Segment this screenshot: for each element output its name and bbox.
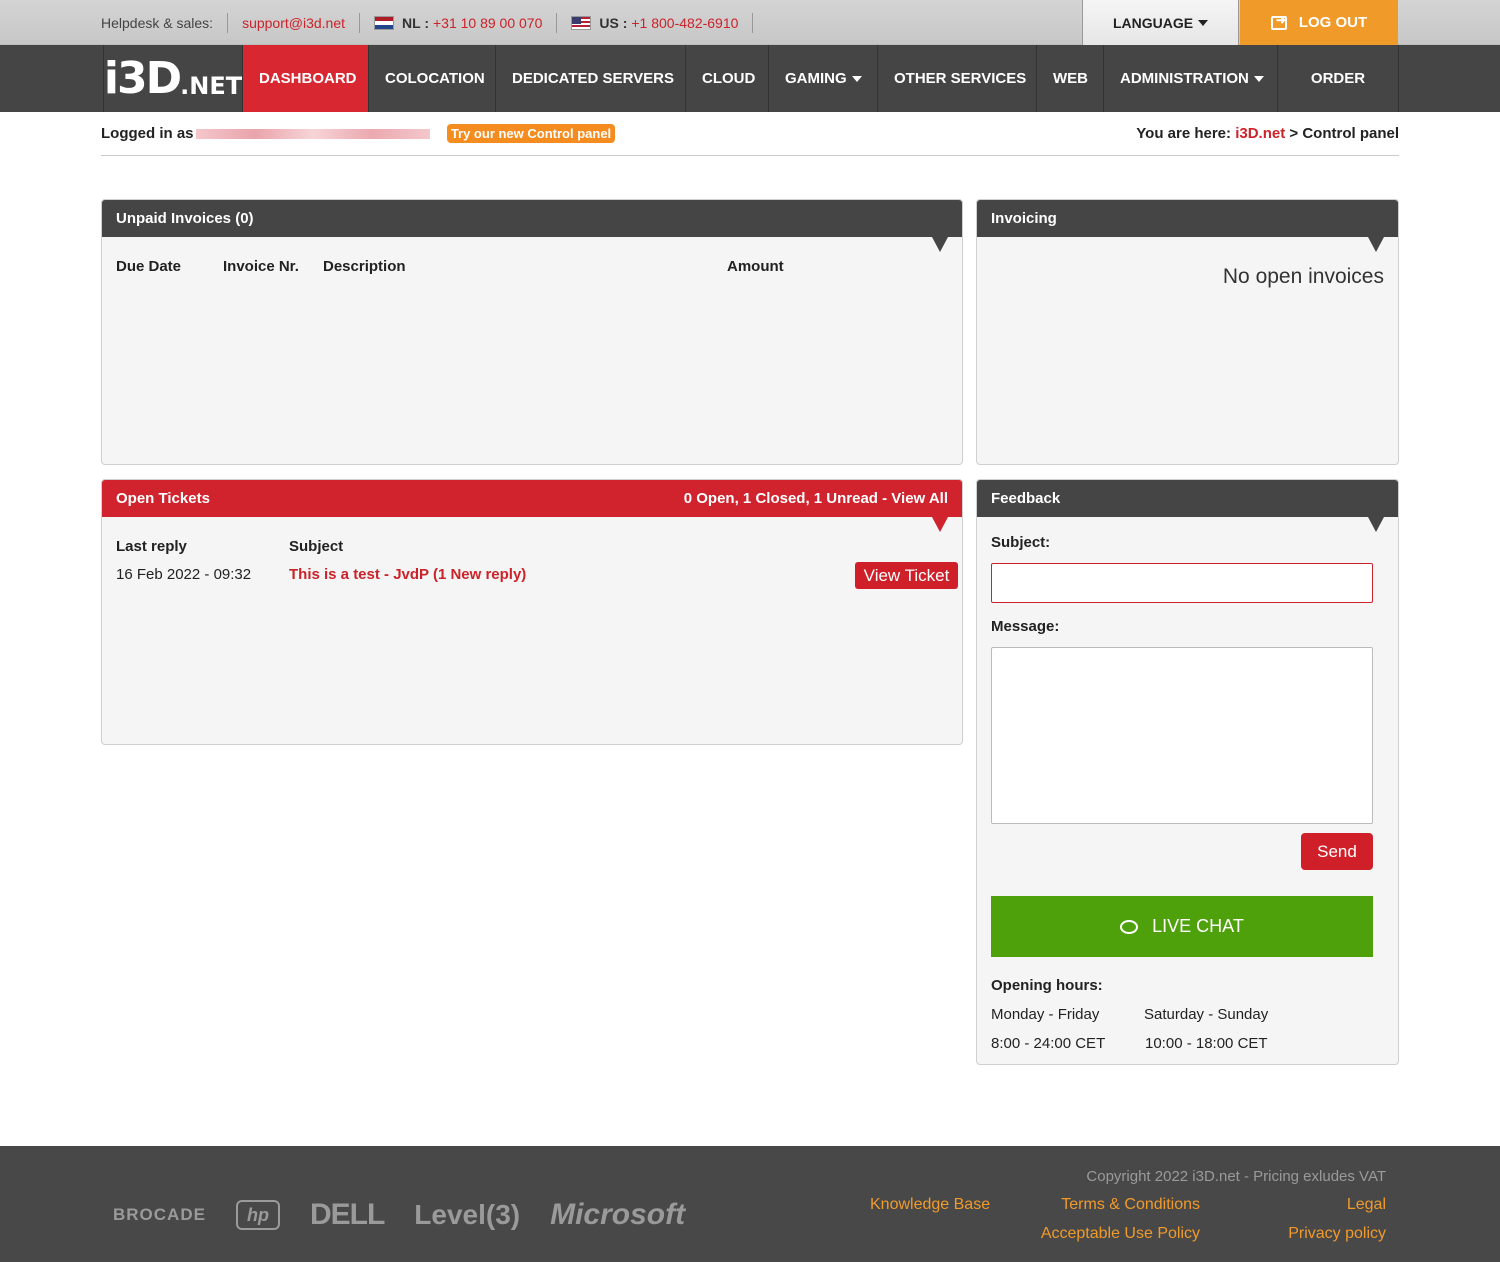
nav-order[interactable]: ORDER <box>1278 45 1399 112</box>
language-label: LANGUAGE <box>1112 14 1194 31</box>
tickets-summary-view-all-link[interactable]: 0 Open, 1 Closed, 1 Unread - View All <box>684 490 948 507</box>
col-amount: Amount <box>727 258 784 275</box>
microsoft-logo: Microsoft <box>550 1198 686 1231</box>
breadcrumb: You are here: i3D.net > Control panel <box>1136 125 1399 142</box>
nav-cloud[interactable]: CLOUD <box>686 45 769 112</box>
i3d-logo[interactable]: i3D .NET <box>103 45 243 112</box>
status-bar: Logged in as Try our new Control panel Y… <box>101 123 1399 156</box>
main-nav: i3D .NET DASHBOARD COLOCATION DEDICATED S… <box>0 45 1500 112</box>
nav-dashboard[interactable]: DASHBOARD <box>243 45 369 112</box>
panel-title: Invoicing <box>991 210 1057 227</box>
nav-gaming[interactable]: GAMING <box>769 45 878 112</box>
divider <box>752 12 754 33</box>
contact-info: Helpdesk & sales: support@i3d.net NL : +… <box>101 0 767 45</box>
panel-title: Feedback <box>991 490 1061 507</box>
unpaid-invoices-panel: Unpaid Invoices (0) Due Date Invoice Nr.… <box>101 199 963 465</box>
nav-gaming-label: GAMING <box>785 70 847 87</box>
terms-link[interactable]: Terms & Conditions <box>1061 1196 1200 1214</box>
logout-icon <box>1270 13 1287 30</box>
message-label: Message: <box>991 618 1060 635</box>
view-ticket-button[interactable]: View Ticket <box>855 562 958 589</box>
us-label: US : <box>599 14 628 31</box>
nl-flag-icon <box>374 15 395 30</box>
open-tickets-panel: Open Tickets 0 Open, 1 Closed, 1 Unread … <box>101 479 963 745</box>
brocade-logo: BROCADE <box>113 1205 206 1224</box>
logo-main: i3D <box>103 53 182 104</box>
subject-label: Subject: <box>991 534 1051 551</box>
subject-input[interactable] <box>991 563 1373 603</box>
divider <box>227 12 229 33</box>
weekday-hours: 8:00 - 24:00 CET <box>991 1035 1106 1052</box>
level3-logo: Level(3) <box>414 1199 521 1230</box>
live-chat-button[interactable]: LIVE CHAT <box>991 896 1373 957</box>
hp-logo: hp <box>235 1200 280 1230</box>
col-description: Description <box>323 258 406 275</box>
us-flag-icon <box>571 15 592 30</box>
top-bar: Helpdesk & sales: support@i3d.net NL : +… <box>0 0 1500 45</box>
redacted-username <box>195 129 430 140</box>
live-chat-label: LIVE CHAT <box>1152 916 1244 936</box>
col-subject: Subject <box>289 538 344 555</box>
col-due-date: Due Date <box>116 258 182 275</box>
logo-suffix: .NET <box>180 71 243 100</box>
nav-other-services[interactable]: OTHER SERVICES <box>878 45 1037 112</box>
breadcrumb-current: Control panel <box>1302 125 1399 142</box>
invoicing-header: Invoicing <box>977 200 1398 252</box>
partner-logos: BROCADE hp DELL Level(3) Microsoft <box>113 1198 685 1232</box>
nav-dedicated-servers[interactable]: DEDICATED SERVERS <box>496 45 686 112</box>
logged-in-label: Logged in as <box>101 125 194 142</box>
col-last-reply: Last reply <box>116 538 187 555</box>
knowledge-base-link[interactable]: Knowledge Base <box>870 1196 990 1214</box>
privacy-policy-link[interactable]: Privacy policy <box>1288 1225 1386 1243</box>
opening-hours-label: Opening hours: <box>991 977 1103 994</box>
try-new-panel-button[interactable]: Try our new Control panel <box>447 124 615 143</box>
message-textarea[interactable] <box>991 647 1373 824</box>
logout-button[interactable]: LOG OUT <box>1240 0 1398 45</box>
caret-down-icon <box>1198 19 1209 26</box>
legal-link[interactable]: Legal <box>1347 1196 1386 1214</box>
divider <box>556 12 558 33</box>
col-invoice-nr: Invoice Nr. <box>223 258 299 275</box>
no-invoices-text: No open invoices <box>1222 265 1384 288</box>
breadcrumb-separator: > <box>1289 125 1299 142</box>
chat-bubble-icon <box>1120 919 1139 934</box>
invoicing-panel: Invoicing No open invoices <box>976 199 1399 465</box>
breadcrumb-home-link[interactable]: i3D.net <box>1235 125 1285 142</box>
caret-down-icon <box>1253 75 1264 82</box>
panel-title: Open Tickets <box>116 490 210 507</box>
us-phone-link[interactable]: +1 800-482-6910 <box>631 15 738 31</box>
breadcrumb-prefix: You are here: <box>1136 125 1232 142</box>
support-email-link[interactable]: support@i3d.net <box>242 15 345 31</box>
nav-administration[interactable]: ADMINISTRATION <box>1104 45 1278 112</box>
divider <box>359 12 361 33</box>
nl-label: NL : <box>402 14 429 31</box>
weekend-hours: 10:00 - 18:00 CET <box>1145 1035 1268 1052</box>
unpaid-invoices-header: Unpaid Invoices (0) <box>102 200 962 252</box>
nav-administration-label: ADMINISTRATION <box>1120 70 1249 87</box>
copyright-text: Copyright 2022 i3D.net - Pricing exludes… <box>1086 1168 1386 1185</box>
ticket-subject-link[interactable]: This is a test - JvdP (1 New reply) <box>289 566 526 583</box>
language-dropdown[interactable]: LANGUAGE <box>1082 0 1239 45</box>
ticket-date: 16 Feb 2022 - 09:32 <box>116 566 252 583</box>
feedback-panel: Feedback Subject: Message: Send LIVE CHA… <box>976 479 1399 1065</box>
dell-logo: DELL <box>309 1198 385 1231</box>
acceptable-use-link[interactable]: Acceptable Use Policy <box>1041 1225 1200 1243</box>
caret-down-icon <box>851 75 862 82</box>
panel-title: Unpaid Invoices (0) <box>116 210 254 227</box>
weekend-label: Saturday - Sunday <box>1144 1006 1269 1023</box>
send-button[interactable]: Send <box>1301 833 1373 870</box>
nav-web[interactable]: WEB <box>1037 45 1104 112</box>
helpdesk-label: Helpdesk & sales: <box>101 14 214 31</box>
nav-colocation[interactable]: COLOCATION <box>369 45 496 112</box>
feedback-header: Feedback <box>977 480 1398 532</box>
open-tickets-header: Open Tickets 0 Open, 1 Closed, 1 Unread … <box>102 480 962 532</box>
weekday-label: Monday - Friday <box>991 1006 1100 1023</box>
logged-in-info: Logged in as <box>101 125 430 142</box>
nl-phone-link[interactable]: +31 10 89 00 070 <box>433 15 542 31</box>
logout-label: LOG OUT <box>1298 14 1368 31</box>
